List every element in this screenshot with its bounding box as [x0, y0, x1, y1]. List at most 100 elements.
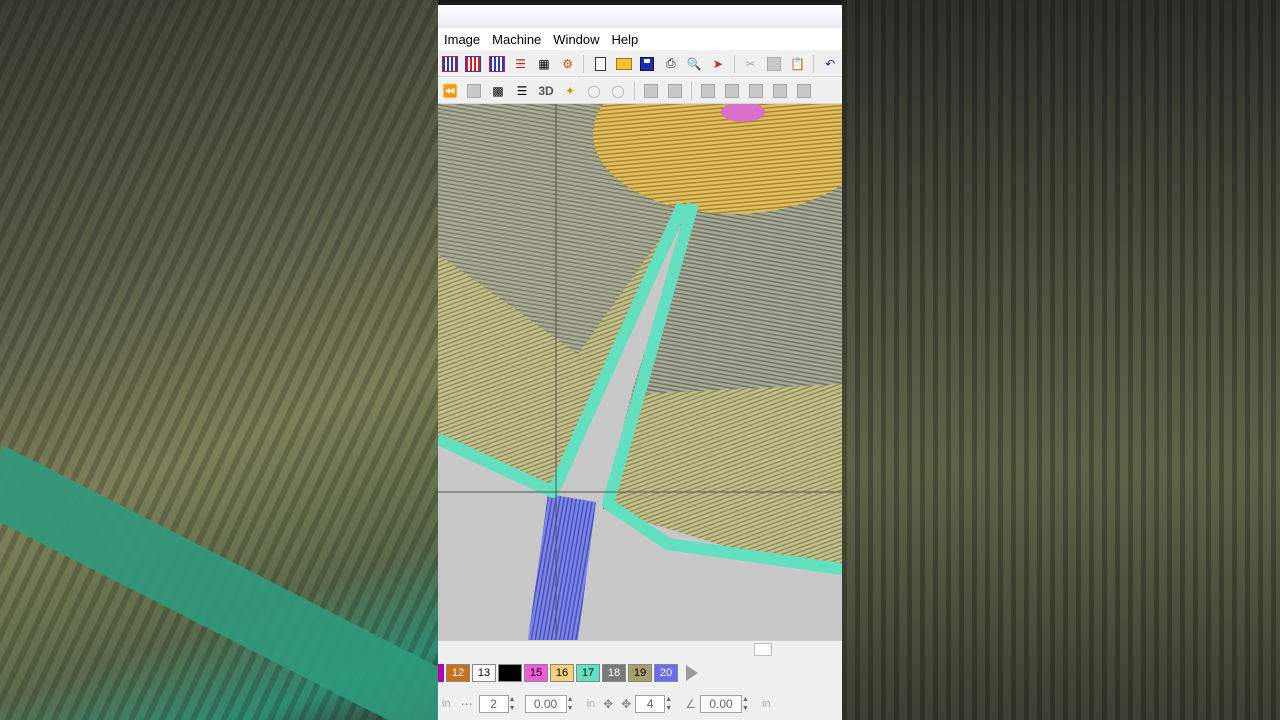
- print-button[interactable]: ⎙: [661, 54, 681, 74]
- step-stepper[interactable]: 4 ▲ ▼: [635, 695, 675, 713]
- grid-red-button[interactable]: [464, 54, 484, 74]
- rotate-icon: [773, 83, 787, 98]
- preview-icon: 🔍: [686, 56, 702, 71]
- unit-label: in: [762, 698, 771, 710]
- frame-icon: [467, 83, 481, 98]
- menu-machine[interactable]: Machine: [486, 32, 547, 47]
- color-swatch-13[interactable]: 13: [472, 664, 496, 682]
- wand-icon: ✦: [564, 83, 576, 98]
- color-swatch-16[interactable]: 16: [550, 664, 574, 682]
- color-swatch-black[interactable]: [498, 664, 522, 682]
- view-toolbar: ⏪ ▩ ☰ 3D ✦ ◯ ◯: [438, 78, 842, 104]
- hoop-icon: ▩: [492, 83, 504, 98]
- rotate-1-button[interactable]: [698, 81, 718, 101]
- toolbar-separator: [733, 54, 735, 73]
- save-icon: [640, 56, 655, 71]
- offset-value[interactable]: 0.00: [524, 695, 567, 713]
- count-value[interactable]: 2: [478, 695, 509, 713]
- new-file-icon: [594, 56, 606, 71]
- shape-button[interactable]: ◯: [584, 81, 604, 101]
- flower-stem: [528, 494, 596, 640]
- open-file-button[interactable]: [614, 54, 634, 74]
- rotate-icon: [749, 83, 763, 98]
- rotate-icon: [701, 83, 715, 98]
- list-icon: ☰: [516, 83, 528, 98]
- undo-button[interactable]: ↶: [820, 54, 840, 74]
- distribute-button[interactable]: [665, 81, 685, 101]
- color-swatch-17[interactable]: 17: [576, 664, 600, 682]
- color-swatch-18[interactable]: 18: [602, 664, 626, 682]
- step-arrows[interactable]: ▲ ▼: [665, 696, 675, 712]
- shape-alt-icon: ◯: [611, 83, 625, 98]
- main-toolbar: ☰ ▦ ⚙ ⎙ 🔍 ➤ ✂ 📋 ↶: [438, 51, 842, 77]
- menu-help[interactable]: Help: [606, 32, 645, 47]
- view-3d-button[interactable]: 3D: [536, 81, 556, 101]
- angle-icon: ∠: [685, 697, 697, 711]
- stitch-player-button[interactable]: ✦: [560, 81, 580, 101]
- zoomed-backdrop-right: [842, 0, 1280, 720]
- zoomed-backdrop-left: [0, 0, 438, 720]
- play-icon[interactable]: [686, 665, 698, 681]
- move-icon: ✥: [603, 697, 614, 711]
- color-swatch-15[interactable]: 15: [524, 664, 548, 682]
- color-swatch-12[interactable]: 12: [446, 664, 470, 682]
- frame-button[interactable]: [464, 81, 484, 101]
- color-swatch-19[interactable]: 19: [628, 664, 652, 682]
- new-file-button[interactable]: [590, 54, 610, 74]
- angle-value[interactable]: 0.00: [700, 695, 743, 713]
- menu-window[interactable]: Window: [547, 32, 605, 47]
- menu-bar: Image Machine Window Help: [438, 28, 842, 50]
- machine-icon: ⚙: [562, 56, 573, 71]
- color-swatch-20[interactable]: 20: [654, 664, 678, 682]
- count-arrows[interactable]: ▲ ▼: [509, 696, 519, 712]
- shape-alt-button[interactable]: ◯: [608, 81, 628, 101]
- toolbar-separator: [634, 81, 635, 100]
- stitch-tool-button[interactable]: ☰: [511, 54, 531, 74]
- horizontal-scrollbar[interactable]: [438, 640, 842, 658]
- thread-color-palette: 12 13 15 16 17 18 19 20: [438, 662, 842, 684]
- list-button[interactable]: ☰: [512, 81, 532, 101]
- menu-image[interactable]: Image: [438, 32, 486, 47]
- grid-alt-icon: [488, 55, 505, 72]
- save-button[interactable]: [637, 54, 657, 74]
- print-preview-button[interactable]: 🔍: [685, 54, 705, 74]
- offset-arrows[interactable]: ▲ ▼: [567, 696, 577, 712]
- toolbar-separator: [813, 54, 815, 73]
- embroidery-app-window: Image Machine Window Help ☰ ▦ ⚙ ⎙ 🔍 ➤ ✂ …: [438, 0, 842, 720]
- copy-button[interactable]: [764, 54, 784, 74]
- align-button[interactable]: [641, 81, 661, 101]
- undo-icon: ↶: [825, 56, 836, 71]
- rotate-5-button[interactable]: [794, 81, 814, 101]
- angle-stepper[interactable]: 0.00 ▲ ▼: [700, 695, 752, 713]
- machine-button[interactable]: ⚙: [558, 54, 578, 74]
- select-tool-button[interactable]: ▦: [534, 54, 554, 74]
- stitch-icon: ☰: [515, 56, 526, 71]
- step-value[interactable]: 4: [635, 695, 666, 713]
- angle-arrows[interactable]: ▲ ▼: [742, 696, 752, 712]
- backdrop-green-stitch: [0, 445, 438, 720]
- skip-back-icon: ⏪: [442, 83, 458, 98]
- cut-button[interactable]: ✂: [741, 54, 761, 74]
- scrollbar-thumb[interactable]: [754, 643, 772, 656]
- rotate-icon: [797, 83, 811, 98]
- distribute-icon: [668, 83, 682, 98]
- count-stepper[interactable]: 2 ▲ ▼: [478, 695, 519, 713]
- prev-button[interactable]: ⏪: [440, 81, 460, 101]
- offset-stepper[interactable]: 0.00 ▲ ▼: [524, 695, 577, 713]
- design-canvas[interactable]: [438, 104, 842, 640]
- rotate-2-button[interactable]: [722, 81, 742, 101]
- hoop-button[interactable]: ▩: [488, 81, 508, 101]
- grid-view-button[interactable]: [440, 54, 460, 74]
- grid-alt-button[interactable]: [487, 54, 507, 74]
- export-button[interactable]: ➤: [708, 54, 728, 74]
- rotate-4-button[interactable]: [770, 81, 790, 101]
- paste-icon: 📋: [790, 56, 806, 71]
- unit-label: in: [442, 698, 451, 710]
- grid-icon: [441, 55, 458, 72]
- paste-button[interactable]: 📋: [788, 54, 808, 74]
- rotate-3-button[interactable]: [746, 81, 766, 101]
- palette-edge-swatch[interactable]: [438, 664, 444, 682]
- unit-label: in: [586, 698, 596, 710]
- title-bar: [438, 0, 842, 28]
- printer-icon: ⎙: [666, 56, 676, 70]
